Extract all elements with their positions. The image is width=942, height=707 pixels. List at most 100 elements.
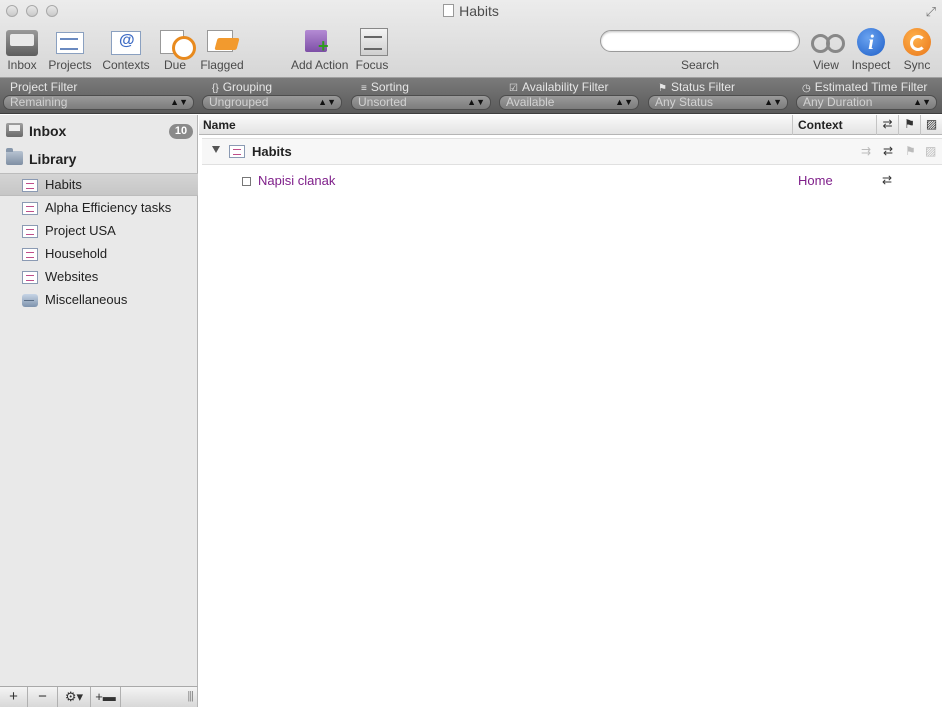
sidebar-item-household[interactable]: Household — [0, 243, 198, 266]
sync-button[interactable]: Sync — [891, 26, 942, 72]
due-toolbar-label: Due — [163, 58, 186, 72]
gear-menu-button[interactable]: ⚙▾ — [58, 687, 91, 707]
sidebar: Inbox 10 Library Habits Alpha Efficiency… — [0, 115, 198, 686]
clock-icon — [159, 26, 196, 60]
task-row[interactable]: Napisi clanak Home ⇄ — [199, 170, 942, 192]
flag-icon — [206, 26, 238, 56]
sidebar-item-label: Library — [29, 151, 77, 167]
window-title-text: Habits — [459, 3, 499, 19]
inbox-toolbar-label: Inbox — [7, 58, 37, 72]
outline-view: Name Context ⇄ ⚑ ▨ Habits ⇉ ⇄ ⚑ ▨ Napisi… — [199, 115, 942, 707]
sidebar-item-websites[interactable]: Websites — [0, 266, 198, 289]
flagged-toolbar-button[interactable]: Flagged — [196, 26, 248, 72]
resize-grip-icon[interactable]: ||| — [187, 690, 194, 702]
grouping-select[interactable]: Ungrouped ▲▼ — [202, 95, 342, 110]
project-icon — [22, 179, 38, 192]
time-value: Any Duration — [803, 95, 873, 109]
task-context[interactable]: Home — [798, 173, 833, 188]
project-filter-value: Remaining — [10, 95, 68, 109]
filter-bar: Project Filter Remaining ▲▼ {} Grouping Un… — [0, 78, 942, 114]
project-filter-select[interactable]: Remaining ▲▼ — [3, 95, 194, 110]
toolbar: Habits ⤢ Inbox Projects Contexts Due Fla… — [0, 0, 942, 78]
sorting-filter-title: Sorting — [370, 80, 409, 94]
repeat-icon[interactable]: ⇄ — [882, 173, 892, 187]
sync-icon — [903, 28, 931, 56]
sidebar-item-label: Habits — [45, 177, 82, 192]
name-column-header[interactable]: Name — [203, 118, 236, 132]
context-column-header[interactable]: Context — [792, 115, 876, 135]
availability-filter: ☑ Availability Filter Available ▲▼ — [499, 79, 640, 110]
info-icon — [857, 28, 885, 56]
sidebar-item-habits[interactable]: Habits — [0, 173, 198, 196]
project-filter: Project Filter Remaining ▲▼ — [0, 79, 196, 110]
sidebar-item-label: Websites — [45, 269, 99, 284]
task-checkbox[interactable] — [242, 177, 251, 186]
sidebar-item-alpha-efficiency-tasks[interactable]: Alpha Efficiency tasks — [0, 197, 198, 220]
folder-icon — [6, 148, 23, 165]
add-item-button[interactable]: + — [0, 687, 28, 707]
project-icon — [229, 145, 245, 158]
inspect-label: Inspect — [851, 58, 891, 72]
inbox-icon — [6, 30, 38, 56]
add-action-label: Add Action — [291, 58, 349, 72]
popup-arrows-icon: ▲▼ — [615, 97, 633, 107]
availability-filter-title: Availability Filter — [521, 80, 609, 94]
window-title: Habits — [0, 3, 942, 19]
remove-item-button[interactable]: − — [28, 687, 58, 707]
column-header: Name Context ⇄ ⚑ ▨ — [199, 115, 942, 135]
sidebar-item-project-usa[interactable]: Project USA — [0, 220, 198, 243]
availability-select[interactable]: Available ▲▼ — [499, 95, 639, 110]
sidebar-item-label: Alpha Efficiency tasks — [45, 200, 172, 215]
status-value: Any Status — [655, 95, 714, 109]
sidebar-item-miscellaneous[interactable]: Miscellaneous — [0, 289, 198, 312]
time-filter: ◷ Estimated Time Filter Any Duration ▲▼ — [796, 79, 940, 110]
due-toolbar-button[interactable]: Due — [149, 26, 201, 72]
time-select[interactable]: Any Duration ▲▼ — [796, 95, 937, 110]
repeat-column-icon[interactable]: ⇄ — [876, 115, 898, 135]
inbox-toolbar-button[interactable]: Inbox — [0, 26, 48, 72]
disclosure-triangle-icon[interactable] — [212, 146, 220, 153]
project-group-row[interactable]: Habits ⇉ ⇄ ⚑ ▨ — [202, 138, 942, 165]
project-icon — [22, 202, 38, 215]
popup-arrows-icon: ▲▼ — [467, 97, 485, 107]
sidebar-item-library[interactable]: Library — [0, 146, 198, 172]
sidebar-item-label: Household — [45, 246, 108, 261]
sidebar-item-inbox[interactable]: Inbox 10 — [0, 118, 198, 144]
status-filter-title: Status Filter — [670, 80, 735, 94]
status-filter: ⚑ Status Filter Any Status ▲▼ — [648, 79, 789, 110]
repeat-icon: ⇄ — [883, 144, 894, 158]
flag-icon[interactable]: ⚑ — [905, 144, 916, 158]
single-action-list-icon — [22, 294, 38, 307]
popup-arrows-icon: ▲▼ — [913, 97, 931, 107]
add-action-icon — [301, 26, 333, 56]
sorting-select[interactable]: Unsorted ▲▼ — [351, 95, 491, 110]
add-action-button[interactable]: Add Action — [291, 26, 349, 72]
popup-arrows-icon: ▲▼ — [318, 97, 336, 107]
projects-icon — [54, 26, 86, 56]
note-icon[interactable]: ▨ — [925, 144, 936, 158]
add-folder-button[interactable]: +▬ — [91, 687, 121, 707]
sorting-value: Unsorted — [358, 95, 407, 109]
task-name[interactable]: Napisi clanak — [258, 173, 335, 188]
sidebar-item-label: Miscellaneous — [45, 292, 128, 307]
contexts-toolbar-button[interactable]: Contexts — [100, 26, 152, 72]
flag-column-icon[interactable]: ⚑ — [898, 115, 920, 135]
focus-button[interactable]: Focus — [346, 26, 398, 72]
status-select[interactable]: Any Status ▲▼ — [648, 95, 788, 110]
project-icon — [22, 225, 38, 238]
availability-value: Available — [506, 95, 555, 109]
note-column-icon[interactable]: ▨ — [920, 115, 942, 135]
inspect-button[interactable]: Inspect — [845, 26, 897, 72]
popup-arrows-icon: ▲▼ — [764, 97, 782, 107]
projects-toolbar-button[interactable]: Projects — [44, 26, 96, 72]
contexts-toolbar-label: Contexts — [102, 58, 150, 72]
glasses-icon — [810, 26, 845, 56]
search-input[interactable] — [600, 30, 800, 52]
project-icon — [22, 271, 38, 284]
project-group-label: Habits — [252, 144, 292, 159]
sync-label: Sync — [903, 58, 931, 72]
focus-label: Focus — [355, 58, 389, 72]
sorting-filter: ≡ Sorting Unsorted ▲▼ — [351, 79, 492, 110]
flagged-toolbar-label: Flagged — [200, 58, 244, 72]
fullscreen-icon[interactable]: ⤢ — [926, 4, 936, 20]
